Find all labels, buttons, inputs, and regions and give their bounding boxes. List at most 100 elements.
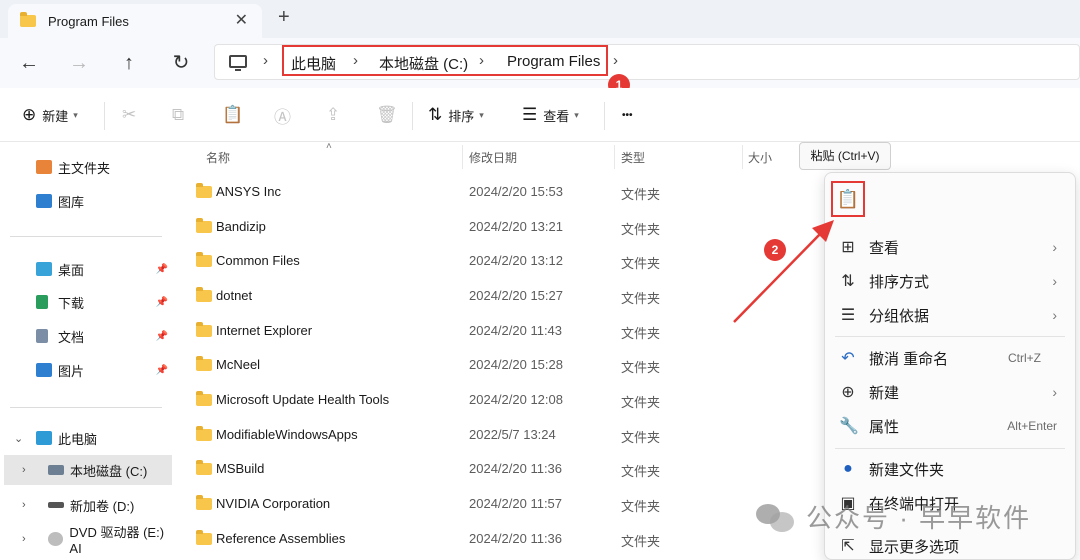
- file-name: Microsoft Update Health Tools: [216, 392, 390, 407]
- download-icon: [36, 295, 48, 309]
- table-row[interactable]: Internet Explorer 2024/2/20 11:43 文件夹: [176, 314, 826, 348]
- up-button[interactable]: ↑: [114, 48, 144, 78]
- sidebar-item-gallery[interactable]: 图库: [0, 186, 176, 216]
- watermark: 公众号 · 早早软件: [756, 498, 1031, 535]
- paste-tooltip: 粘贴 (Ctrl+V): [799, 142, 891, 170]
- context-paste-button[interactable]: 📋: [831, 181, 865, 217]
- sidebar-item-documents[interactable]: 文档 📌: [0, 321, 176, 351]
- folder-icon: [196, 252, 212, 267]
- pin-icon[interactable]: 📌: [156, 331, 168, 342]
- view-button[interactable]: ☰ 查看 ▾: [522, 103, 579, 127]
- rename-icon: Ⓐ: [274, 107, 291, 127]
- table-row[interactable]: NVIDIA Corporation 2024/2/20 11:57 文件夹: [176, 487, 826, 521]
- menu-divider: [835, 448, 1065, 449]
- column-header-type[interactable]: 类型: [621, 149, 645, 166]
- more-options-button[interactable]: •••: [622, 103, 633, 127]
- breadcrumb-separator[interactable]: ›: [613, 52, 618, 69]
- sidebar-item-label: 图库: [58, 194, 85, 210]
- sidebar-item-label: 本地磁盘 (C:): [70, 463, 148, 479]
- file-date: 2024/2/20 11:36: [469, 531, 563, 546]
- folder-icon: [196, 495, 212, 510]
- trash-icon: 🗑: [376, 105, 398, 124]
- file-name: ModifiableWindowsApps: [216, 427, 358, 442]
- pin-icon[interactable]: 📌: [156, 297, 168, 308]
- file-type: 文件夹: [621, 534, 661, 549]
- sidebar-item-pictures[interactable]: 图片 📌: [0, 355, 176, 385]
- paste-button[interactable]: 📋: [222, 103, 249, 127]
- file-name: Reference Assemblies: [216, 531, 346, 546]
- cut-button[interactable]: ✂: [122, 103, 142, 127]
- column-header-size[interactable]: 大小: [748, 149, 772, 166]
- forward-button[interactable]: →: [64, 48, 94, 78]
- sidebar-item-downloads[interactable]: 下载 📌: [0, 287, 176, 317]
- tab-title: Program Files: [48, 13, 129, 29]
- chevron-down-icon: ▾: [73, 109, 78, 120]
- sort-button[interactable]: ⇅ 排序 ▾: [428, 103, 484, 127]
- column-header-name[interactable]: 名称: [206, 149, 230, 166]
- column-divider[interactable]: [614, 145, 615, 169]
- menu-item-properties[interactable]: 🔧 属性 Alt+Enter: [825, 409, 1075, 443]
- sidebar-item-desktop[interactable]: 桌面 📌: [0, 254, 176, 284]
- menu-item-new[interactable]: ⊕ 新建 ›: [825, 375, 1075, 409]
- back-button[interactable]: ←: [14, 48, 44, 78]
- file-date: 2024/2/20 15:53: [469, 184, 563, 199]
- folder-icon: [196, 218, 212, 233]
- undo-icon: ↶: [841, 350, 855, 367]
- column-divider[interactable]: [742, 145, 743, 169]
- table-row[interactable]: ANSYS Inc 2024/2/20 15:53 文件夹: [176, 175, 826, 209]
- table-row[interactable]: dotnet 2024/2/20 15:27 文件夹: [176, 279, 826, 313]
- chevron-right-icon[interactable]: ›: [22, 464, 26, 476]
- table-row[interactable]: McNeel 2024/2/20 15:28 文件夹: [176, 348, 826, 382]
- file-name: Common Files: [216, 253, 300, 268]
- share-button[interactable]: ⇪: [326, 103, 346, 127]
- annotation-box-breadcrumbs: [282, 45, 608, 76]
- rename-button[interactable]: Ⓐ: [274, 103, 297, 127]
- chevron-right-icon[interactable]: ›: [22, 499, 26, 511]
- computer-icon[interactable]: [229, 55, 247, 71]
- new-tab-button[interactable]: +: [278, 6, 290, 29]
- chevron-right-icon: ›: [1052, 307, 1057, 323]
- close-tab-icon[interactable]: ✕: [235, 10, 248, 30]
- menu-item-label: 查看: [869, 239, 900, 257]
- menu-item-group-by[interactable]: ☰ 分组依据 ›: [825, 298, 1075, 332]
- sidebar-item-this-pc[interactable]: 此电脑: [0, 423, 176, 453]
- file-name: MSBuild: [216, 461, 265, 476]
- file-type: 文件夹: [621, 256, 661, 271]
- delete-button[interactable]: 🗑: [376, 103, 404, 127]
- sidebar-item-drive-e[interactable]: › DVD 驱动器 (E:) AI: [0, 524, 176, 556]
- pin-icon[interactable]: 📌: [156, 264, 168, 275]
- file-type: 文件夹: [621, 464, 661, 479]
- copy-button[interactable]: ⧉: [172, 103, 190, 127]
- new-label: 新建: [42, 108, 69, 124]
- sidebar-item-drive-d[interactable]: › 新加卷 (D:): [0, 490, 176, 520]
- tab-program-files[interactable]: Program Files ✕: [8, 4, 262, 38]
- sidebar-item-home[interactable]: 主文件夹: [0, 152, 176, 182]
- pin-icon[interactable]: 📌: [156, 365, 168, 376]
- menu-item-undo-rename[interactable]: ↶ 撤消 重命名 Ctrl+Z: [825, 341, 1075, 375]
- table-row[interactable]: ModifiableWindowsApps 2022/5/7 13:24 文件夹: [176, 418, 826, 452]
- plus-circle-icon: ⊕: [841, 384, 855, 401]
- sidebar-item-drive-c[interactable]: › 本地磁盘 (C:): [4, 455, 172, 485]
- breadcrumb-separator[interactable]: ›: [263, 52, 268, 69]
- table-row[interactable]: Bandizip 2024/2/20 13:21 文件夹: [176, 210, 826, 244]
- menu-item-label: 分组依据: [869, 307, 930, 325]
- menu-item-new-folder[interactable]: ● 新建文件夹: [825, 452, 1075, 486]
- menu-item-sort-by[interactable]: ⇅ 排序方式 ›: [825, 264, 1075, 298]
- chevron-right-icon[interactable]: ›: [22, 533, 26, 545]
- menu-item-label: 排序方式: [869, 273, 930, 291]
- menu-item-view[interactable]: ⊞ 查看 ›: [825, 230, 1075, 264]
- column-divider[interactable]: [462, 145, 463, 169]
- table-row[interactable]: Common Files 2024/2/20 13:12 文件夹: [176, 244, 826, 278]
- dvd-icon: [48, 532, 64, 546]
- table-row[interactable]: MSBuild 2024/2/20 11:36 文件夹: [176, 452, 826, 486]
- picture-icon: [36, 363, 52, 377]
- desktop-icon: [36, 262, 52, 276]
- toolbar-divider: [604, 102, 605, 130]
- table-row[interactable]: Reference Assemblies 2024/2/20 11:36 文件夹: [176, 522, 826, 556]
- computer-icon: [36, 431, 52, 445]
- new-button[interactable]: ⊕ 新建 ▾: [22, 103, 78, 127]
- column-header-modified[interactable]: 修改日期: [469, 149, 517, 166]
- table-row[interactable]: Microsoft Update Health Tools 2024/2/20 …: [176, 383, 826, 417]
- sidebar-item-label: 桌面: [58, 262, 85, 278]
- refresh-button[interactable]: ↻: [166, 48, 196, 78]
